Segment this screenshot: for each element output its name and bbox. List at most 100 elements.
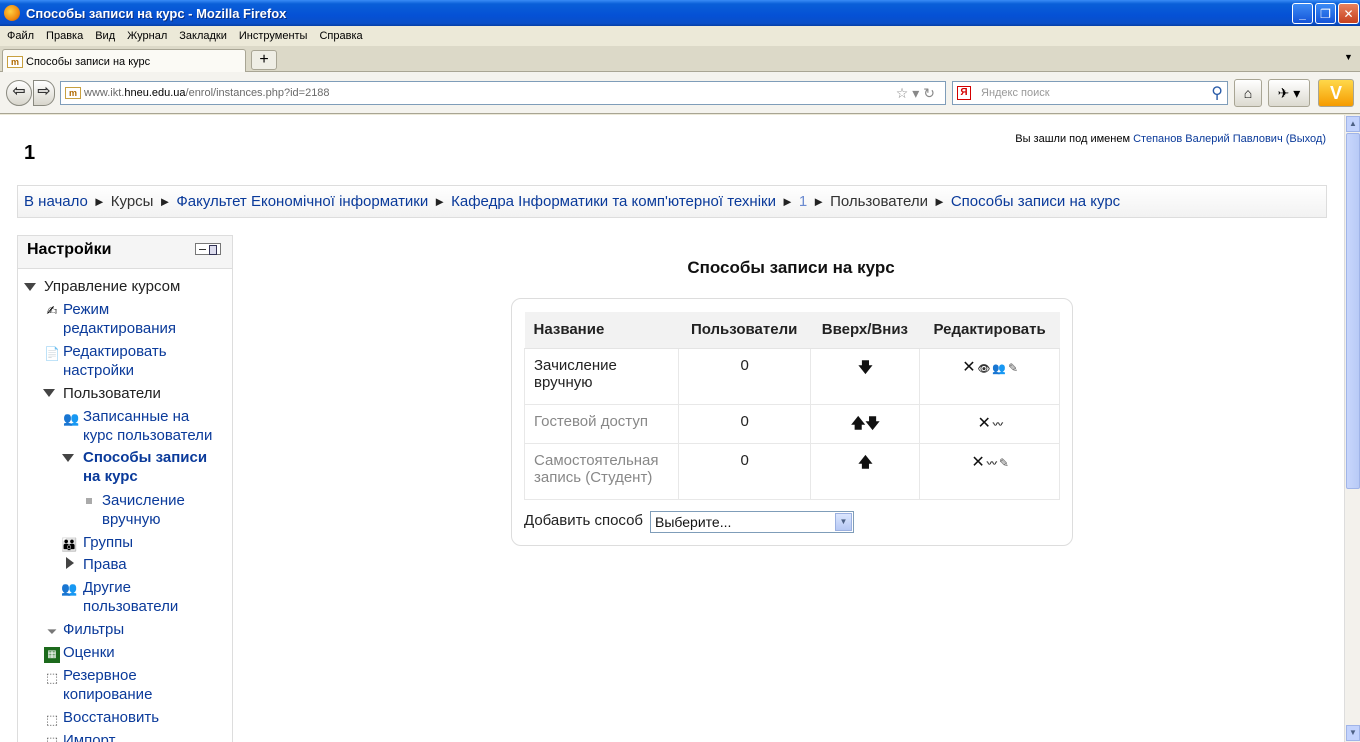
tree-edit-mode[interactable]: Режим редактирования (63, 300, 176, 338)
expand-course-admin-icon[interactable] (24, 283, 36, 291)
table-row: Гостевой доступ 0 🡅🡇 ✕ 〰 (524, 403, 1060, 444)
menu-history[interactable]: Журнал (127, 30, 167, 42)
tree-import[interactable]: Импорт (63, 731, 115, 742)
show-closed-eye-icon[interactable]: 〰 (993, 416, 1003, 431)
tree-enrol-methods[interactable]: Способы записи на курс (83, 448, 207, 486)
breadcrumb-enrol-methods[interactable]: Способы записи на курс (951, 193, 1120, 210)
tree-users[interactable]: Пользователи (63, 384, 161, 403)
tree-groups[interactable]: Группы (83, 533, 133, 552)
tree-grades[interactable]: Оценки (63, 643, 115, 662)
tree-course-admin[interactable]: Управление курсом (44, 277, 180, 296)
expand-enrol-methods-icon[interactable] (62, 454, 74, 462)
move-up-icon[interactable]: 🡅 (858, 452, 872, 476)
delete-icon[interactable]: ✕ (962, 357, 975, 377)
breadcrumb-department[interactable]: Кафедра Інформатики та комп'ютерної техн… (451, 193, 776, 210)
users-count: 0 (677, 347, 811, 405)
course-title: 1 (24, 142, 36, 164)
chevron-down-icon[interactable]: ▼ (835, 513, 852, 531)
col-users: Пользователи (678, 312, 811, 349)
restore-icon: ⬚ (45, 712, 59, 727)
other-users-icon: 👥 (61, 581, 78, 596)
edit-icon[interactable]: ✎ (999, 456, 1009, 470)
settings-document-icon: 📄 (44, 346, 61, 361)
delete-icon[interactable]: ✕ (977, 413, 990, 433)
tree-backup[interactable]: Резервное копирование (63, 666, 152, 704)
dock-block-icon[interactable] (195, 243, 221, 255)
settings-block: Настройки Управление курсом ✍ Режим редак… (17, 235, 233, 742)
tree-enrolled-users[interactable]: Записанные на курс пользователи (83, 407, 212, 445)
add-method-label: Добавить способ (524, 512, 644, 529)
add-method-select[interactable]: Выберите... ▼ (650, 511, 854, 533)
expand-users-icon[interactable] (43, 389, 55, 397)
vkontakte-button[interactable]: V (1318, 79, 1354, 107)
tree-edit-settings[interactable]: Редактировать настройки (63, 342, 167, 380)
bookmark-star-icon[interactable]: ☆▾↻ (896, 85, 939, 102)
url-prefix: www.ikt. (84, 87, 125, 99)
logout-link[interactable]: (Выход) (1286, 133, 1326, 145)
yandex-icon[interactable]: Я (957, 86, 971, 100)
breadcrumb-home[interactable]: В начало (24, 193, 88, 210)
window-title: Способы записи на курс - Mozilla Firefox (26, 5, 287, 21)
settings-header: Настройки (18, 236, 232, 269)
users-count: 0 (677, 442, 811, 500)
tree-manual-enrol[interactable]: Зачисление вручную (102, 491, 185, 529)
web-page: 1 Вы зашли под именем Степанов Валерий П… (0, 115, 1344, 742)
scrollbar-thumb[interactable] (1346, 133, 1360, 489)
move-up-down-icon[interactable]: 🡅🡇 (851, 413, 880, 437)
scroll-up-icon[interactable]: ▲ (1346, 116, 1360, 132)
menu-file[interactable]: Файл (7, 30, 34, 42)
edit-cell: ✕ 〰 ✎ (919, 442, 1060, 500)
delete-icon[interactable]: ✕ (971, 452, 984, 472)
tree-filters[interactable]: Фильтры (63, 620, 124, 639)
back-button[interactable]: ⇦ (6, 80, 32, 106)
table-header-row: Название Пользователи Вверх/Вниз Редакти… (524, 312, 1060, 349)
new-tab-button[interactable]: + (251, 50, 277, 70)
tree-restore[interactable]: Восстановить (63, 708, 159, 727)
search-bar[interactable]: Я Яндекс поиск ⚲ (952, 81, 1228, 105)
address-bar[interactable]: m www.ikt. hneu.edu.ua/enrol/instances.ph… (60, 81, 946, 105)
menu-edit[interactable]: Правка (46, 30, 83, 42)
breadcrumb-faculty[interactable]: Факультет Економічної інформатики (176, 193, 428, 210)
add-method-select-value: Выберите... (655, 514, 732, 530)
menu-bookmarks[interactable]: Закладки (179, 30, 227, 42)
users-count: 0 (677, 403, 811, 444)
url-path: /enrol/instances.php?id=2188 (185, 87, 330, 99)
grades-icon: ▦ (44, 647, 60, 663)
tab-list-chevron-icon[interactable]: ▼ (1344, 52, 1353, 62)
home-button[interactable]: ⌂ (1234, 79, 1262, 107)
updown-cell: 🡇 (809, 347, 921, 405)
updown-cell: 🡅🡇 (809, 403, 921, 444)
menu-tools[interactable]: Инструменты (239, 30, 308, 42)
method-name: Зачисление вручную (524, 347, 679, 405)
enrol-users-icon[interactable]: 👥 (992, 362, 1006, 375)
show-closed-eye-icon[interactable]: 〰 (987, 455, 997, 470)
col-name: Название (524, 312, 679, 349)
tree-permissions[interactable]: Права (83, 555, 127, 574)
tab-enrol-methods[interactable]: m Способы записи на курс (2, 49, 246, 73)
scroll-down-icon[interactable]: ▼ (1346, 725, 1360, 741)
menu-view[interactable]: Вид (95, 30, 115, 42)
extension-button[interactable]: ✈ ▾ (1268, 79, 1310, 107)
breadcrumb-courses: Курсы (110, 193, 154, 210)
forward-button[interactable]: ⇨ (33, 80, 55, 106)
minimize-button[interactable]: _ (1292, 3, 1313, 24)
enrolled-users-icon: 👥 (63, 411, 80, 426)
enrol-methods-table: Название Пользователи Вверх/Вниз Редакти… (524, 312, 1060, 500)
menu-bar: Файл Правка Вид Журнал Закладки Инструме… (0, 26, 1360, 46)
edit-icon[interactable]: ✎ (1008, 361, 1018, 375)
hide-eye-icon[interactable]: 👁 (978, 364, 991, 375)
breadcrumb-separator: ► (92, 194, 106, 209)
maximize-button[interactable]: ❐ (1315, 3, 1336, 24)
vertical-scrollbar[interactable]: ▲ ▼ (1344, 115, 1360, 742)
search-icon[interactable]: ⚲ (1211, 83, 1223, 103)
close-window-button[interactable]: ✕ (1338, 3, 1359, 24)
navigation-bar: ⇦ ⇨ m www.ikt. hneu.edu.ua/enrol/instance… (0, 72, 1360, 114)
menu-help[interactable]: Справка (319, 30, 362, 42)
expand-permissions-icon[interactable] (66, 557, 74, 569)
breadcrumb-course[interactable]: 1 (799, 193, 807, 210)
window-titlebar: Способы записи на курс - Mozilla Firefox… (0, 0, 1360, 26)
breadcrumb-users: Пользователи (830, 193, 928, 210)
tree-other-users[interactable]: Другие пользователи (83, 578, 178, 616)
user-profile-link[interactable]: Степанов Валерий Павлович (1133, 133, 1283, 145)
move-down-icon[interactable]: 🡇 (858, 357, 872, 381)
